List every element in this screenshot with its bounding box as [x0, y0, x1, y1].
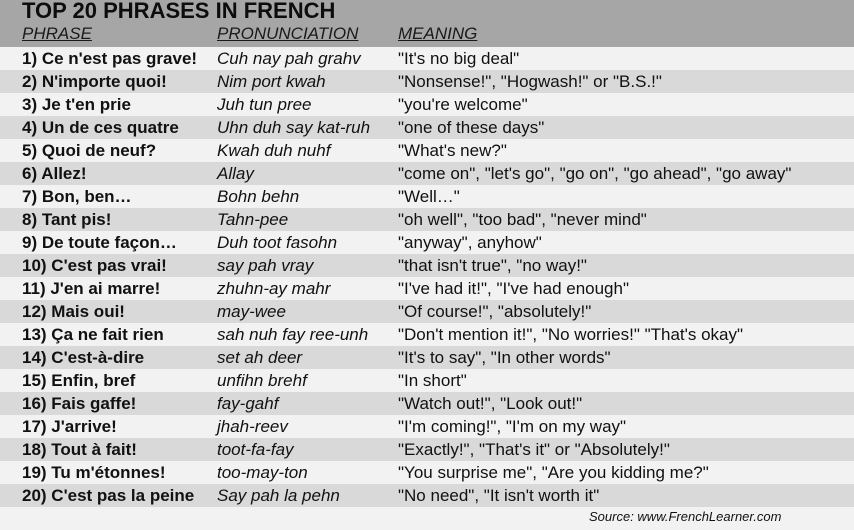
meaning-cell: "It's no big deal"	[398, 49, 520, 68]
pronunciation-cell: toot-fa-fay	[217, 440, 294, 459]
pronunciation-cell: sah nuh fay ree-unh	[217, 325, 369, 344]
pronunciation-cell: Bohn behn	[217, 187, 300, 206]
meaning-cell: "You surprise me", "Are you kidding me?"	[398, 463, 709, 482]
table-row: 18) Tout à fait! toot-fa-fay "Exactly!", "…	[0, 438, 854, 461]
table-row: 16) Fais gaffe! fay-gahf "Watch out!", "Lo…	[0, 392, 854, 415]
meaning-cell: "Don't mention it!", "No worries!" "That…	[398, 325, 744, 344]
phrase-cell: 17) J'arrive!	[22, 417, 117, 436]
phrase-cell: 2) N'importe quoi!	[22, 72, 167, 91]
phrase-cell: 19) Tu m'étonnes!	[22, 463, 166, 482]
phrase-cell: 6) Allez!	[22, 164, 87, 183]
table-row: 11) J'en ai marre! zhuhn-ay mahr "I've had…	[0, 277, 854, 300]
table-row: 4) Un de ces quatre Uhn duh say kat-ruh "o…	[0, 116, 854, 139]
table-row: 19) Tu m'étonnes! too-may-ton "You surpris…	[0, 461, 854, 484]
pronunciation-cell: zhuhn-ay mahr	[217, 279, 331, 298]
phrase-cell: 5) Quoi de neuf?	[22, 141, 157, 160]
pronunciation-cell: Juh tun pree	[217, 95, 312, 114]
pronunciation-cell: Cuh nay pah grahv	[217, 49, 361, 68]
table-row: 2) N'importe quoi! Nim port kwah "Nonsense…	[0, 70, 854, 93]
pronunciation-cell: unfihn brehf	[217, 371, 307, 390]
phrase-cell: 9) De toute façon…	[22, 233, 177, 252]
pronunciation-cell: Uhn duh say kat-ruh	[217, 118, 371, 137]
pronunciation-cell: too-may-ton	[217, 463, 308, 482]
pronunciation-cell: fay-gahf	[217, 394, 279, 413]
pronunciation-cell: Duh toot fasohn	[217, 233, 338, 252]
table-row: 6) Allez! Allay "come on", "let's go", "go…	[0, 162, 854, 185]
phrase-cell: 7) Bon, ben…	[22, 187, 132, 206]
page-title: TOP 20 PHRASES IN FRENCH	[22, 0, 336, 23]
pronunciation-cell: Say pah la pehn	[217, 486, 340, 505]
column-header-phrase: PHRASE	[22, 24, 92, 43]
table-row: 13) Ça ne fait rien sah nuh fay ree-unh "D…	[0, 323, 854, 346]
meaning-cell: "Nonsense!", "Hogwash!" or "B.S.!"	[398, 72, 662, 91]
meaning-cell: "What's new?"	[398, 141, 507, 160]
phrase-cell: 16) Fais gaffe!	[22, 394, 137, 413]
table-header: TOP 20 PHRASES IN FRENCH PHRASE PRONUNCI…	[0, 0, 854, 47]
meaning-cell: "you're welcome"	[398, 95, 528, 114]
phrase-cell: 15) Enfin, bref	[22, 371, 136, 390]
meaning-cell: "Well…"	[398, 187, 460, 206]
pronunciation-cell: may-wee	[217, 302, 286, 321]
table-row: 7) Bon, ben… Bohn behn "Well…"	[0, 185, 854, 208]
phrase-cell: 14) C'est-à-dire	[22, 348, 145, 367]
column-header-meaning: MEANING	[398, 24, 478, 43]
meaning-cell: "It's to say", "In other words"	[398, 348, 611, 367]
phrase-cell: 12) Mais oui!	[22, 302, 125, 321]
meaning-cell: "Exactly!", "That's it" or "Absolutely!"	[398, 440, 670, 459]
pronunciation-cell: Allay	[217, 164, 254, 183]
phrase-cell: 1) Ce n'est pas grave!	[22, 49, 198, 68]
meaning-cell: "one of these days"	[398, 118, 545, 137]
meaning-cell: "I've had it!", "I've had enough"	[398, 279, 630, 298]
pronunciation-cell: Tahn-pee	[217, 210, 289, 229]
column-header-pronunciation: PRONUNCIATION	[217, 24, 359, 43]
phrase-cell: 10) C'est pas vrai!	[22, 256, 167, 275]
phrase-cell: 8) Tant pis!	[22, 210, 112, 229]
table-row: 9) De toute façon… Duh toot fasohn "anyway…	[0, 231, 854, 254]
phrase-cell: 13) Ça ne fait rien	[22, 325, 164, 344]
meaning-cell: "anyway", anyhow"	[398, 233, 542, 252]
pronunciation-cell: Kwah duh nuhf	[217, 141, 331, 160]
source-credit: Source: www.FrenchLearner.com	[589, 509, 782, 524]
table-row: 14) C'est-à-dire set ah deer "It's to say"…	[0, 346, 854, 369]
phrase-cell: 3) Je t'en prie	[22, 95, 131, 114]
table-row: 8) Tant pis! Tahn-pee "oh well", "too bad"…	[0, 208, 854, 231]
meaning-cell: "Of course!", "absolutely!"	[398, 302, 592, 321]
meaning-cell: "I'm coming!", "I'm on my way"	[398, 417, 627, 436]
pronunciation-cell: say pah vray	[217, 256, 314, 275]
meaning-cell: "come on", "let's go", "go on", "go ahea…	[398, 164, 792, 183]
meaning-cell: "No need", "It isn't worth it"	[398, 486, 600, 505]
phrase-cell: 18) Tout à fait!	[22, 440, 137, 459]
table-row: 10) C'est pas vrai! say pah vray "that isn…	[0, 254, 854, 277]
phrase-table: 1) Ce n'est pas grave! Cuh nay pah grahv "…	[0, 47, 854, 507]
pronunciation-cell: set ah deer	[217, 348, 303, 367]
meaning-cell: "oh well", "too bad", "never mind"	[398, 210, 647, 229]
table-row: 15) Enfin, bref unfihn brehf "In short"	[0, 369, 854, 392]
meaning-cell: "that isn't true", "no way!"	[398, 256, 587, 275]
table-row: 17) J'arrive! jhah-reev "I'm coming!", "I'…	[0, 415, 854, 438]
table-row: 5) Quoi de neuf? Kwah duh nuhf "What's new…	[0, 139, 854, 162]
phrase-cell: 11) J'en ai marre!	[22, 279, 161, 298]
phrase-cell: 4) Un de ces quatre	[22, 118, 179, 137]
table-row: 20) C'est pas la peine Say pah la pehn "No…	[0, 484, 854, 507]
table-row: 3) Je t'en prie Juh tun pree "you're welco…	[0, 93, 854, 116]
meaning-cell: "In short"	[398, 371, 467, 390]
pronunciation-cell: Nim port kwah	[217, 72, 326, 91]
pronunciation-cell: jhah-reev	[217, 417, 288, 436]
table-row: 1) Ce n'est pas grave! Cuh nay pah grahv "…	[0, 47, 854, 70]
meaning-cell: "Watch out!", "Look out!"	[398, 394, 583, 413]
table-row: 12) Mais oui! may-wee "Of course!", "absol…	[0, 300, 854, 323]
phrase-cell: 20) C'est pas la peine	[22, 486, 195, 505]
